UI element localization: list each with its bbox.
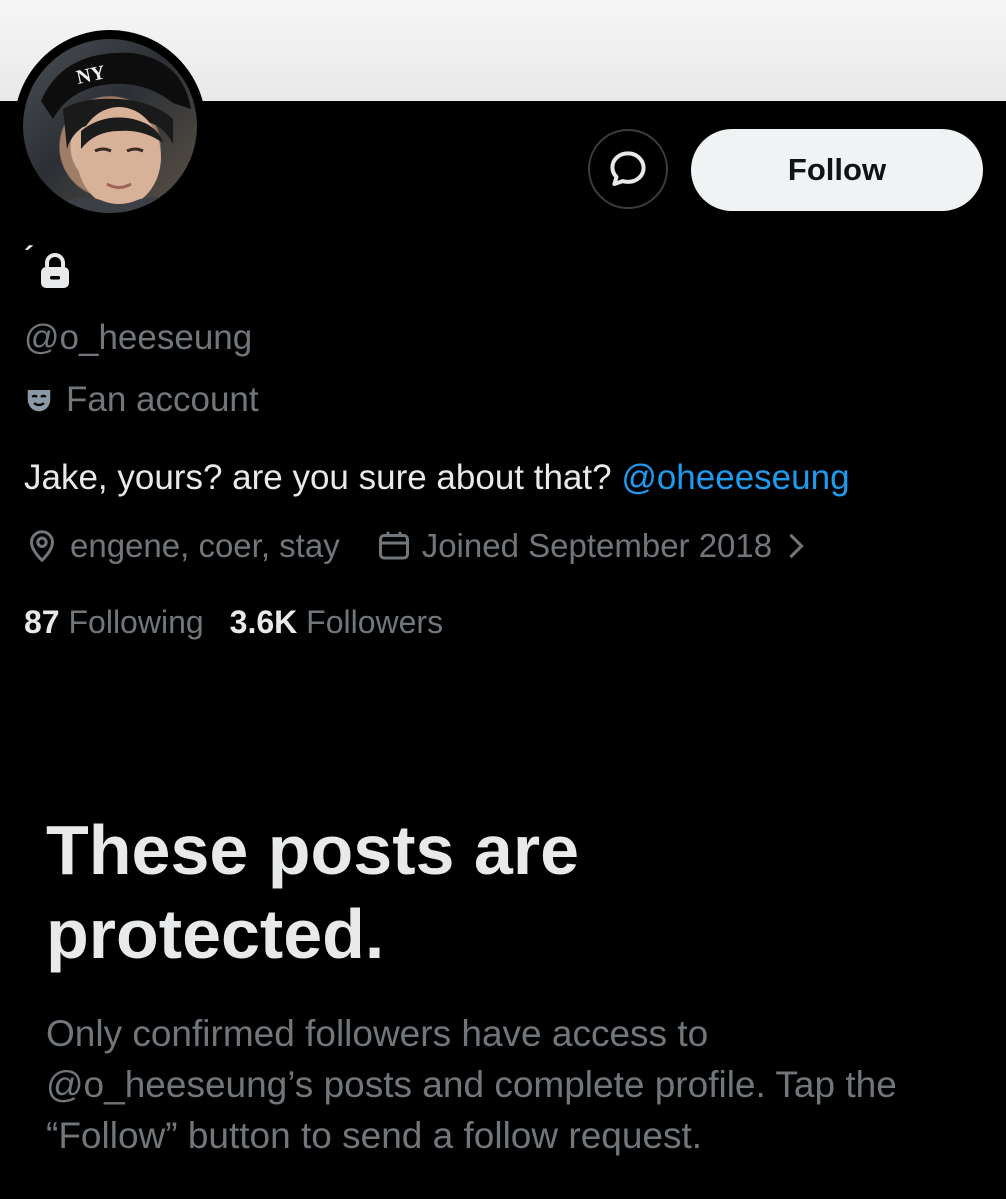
joined-text: Joined September 2018 xyxy=(421,527,773,564)
following-label: Following xyxy=(68,604,204,640)
avatar[interactable]: NY xyxy=(14,30,206,222)
lock-icon xyxy=(38,252,72,295)
chevron-right-icon xyxy=(786,532,816,560)
followers-label: Followers xyxy=(306,604,444,640)
display-name: ´ xyxy=(24,241,34,274)
protected-title: These posts are protected. xyxy=(46,811,579,973)
protected-description: Only confirmed followers have access to … xyxy=(46,1013,897,1156)
follow-button[interactable]: Follow xyxy=(691,129,983,211)
location-text: engene, coer, stay xyxy=(70,527,340,564)
avatar-photo: NY xyxy=(23,39,197,213)
display-name-row: ´ xyxy=(24,241,72,298)
location-pin-icon xyxy=(24,528,70,564)
joined-item[interactable]: Joined September 2018 xyxy=(376,527,816,565)
calendar-icon xyxy=(376,528,422,564)
follow-stats: 87 Following 3.6K Followers xyxy=(24,604,469,641)
followers-count: 3.6K xyxy=(229,604,298,640)
message-button[interactable] xyxy=(588,129,668,209)
profile-page: NY Follow ´ @o_heeseung Fan account Jake… xyxy=(0,0,1006,1199)
followers-stat[interactable]: 3.6K Followers xyxy=(230,604,443,641)
profile-bio: Jake, yours? are you sure about that? @o… xyxy=(24,458,850,498)
profile-handle: @o_heeseung xyxy=(24,318,253,357)
bio-mention-link[interactable]: @oheeeseung xyxy=(621,458,849,497)
profile-label-text: Fan account xyxy=(66,380,259,419)
message-bubble-icon xyxy=(606,147,650,191)
following-stat[interactable]: 87 Following xyxy=(24,604,204,641)
following-count: 87 xyxy=(24,604,60,640)
location-item: engene, coer, stay xyxy=(24,527,340,565)
profile-label[interactable]: Fan account xyxy=(24,380,259,420)
profile-meta: engene, coer, stay Joined September 2018 xyxy=(24,527,816,565)
mask-icon xyxy=(24,385,54,415)
bio-text: Jake, yours? are you sure about that? xyxy=(24,458,622,497)
